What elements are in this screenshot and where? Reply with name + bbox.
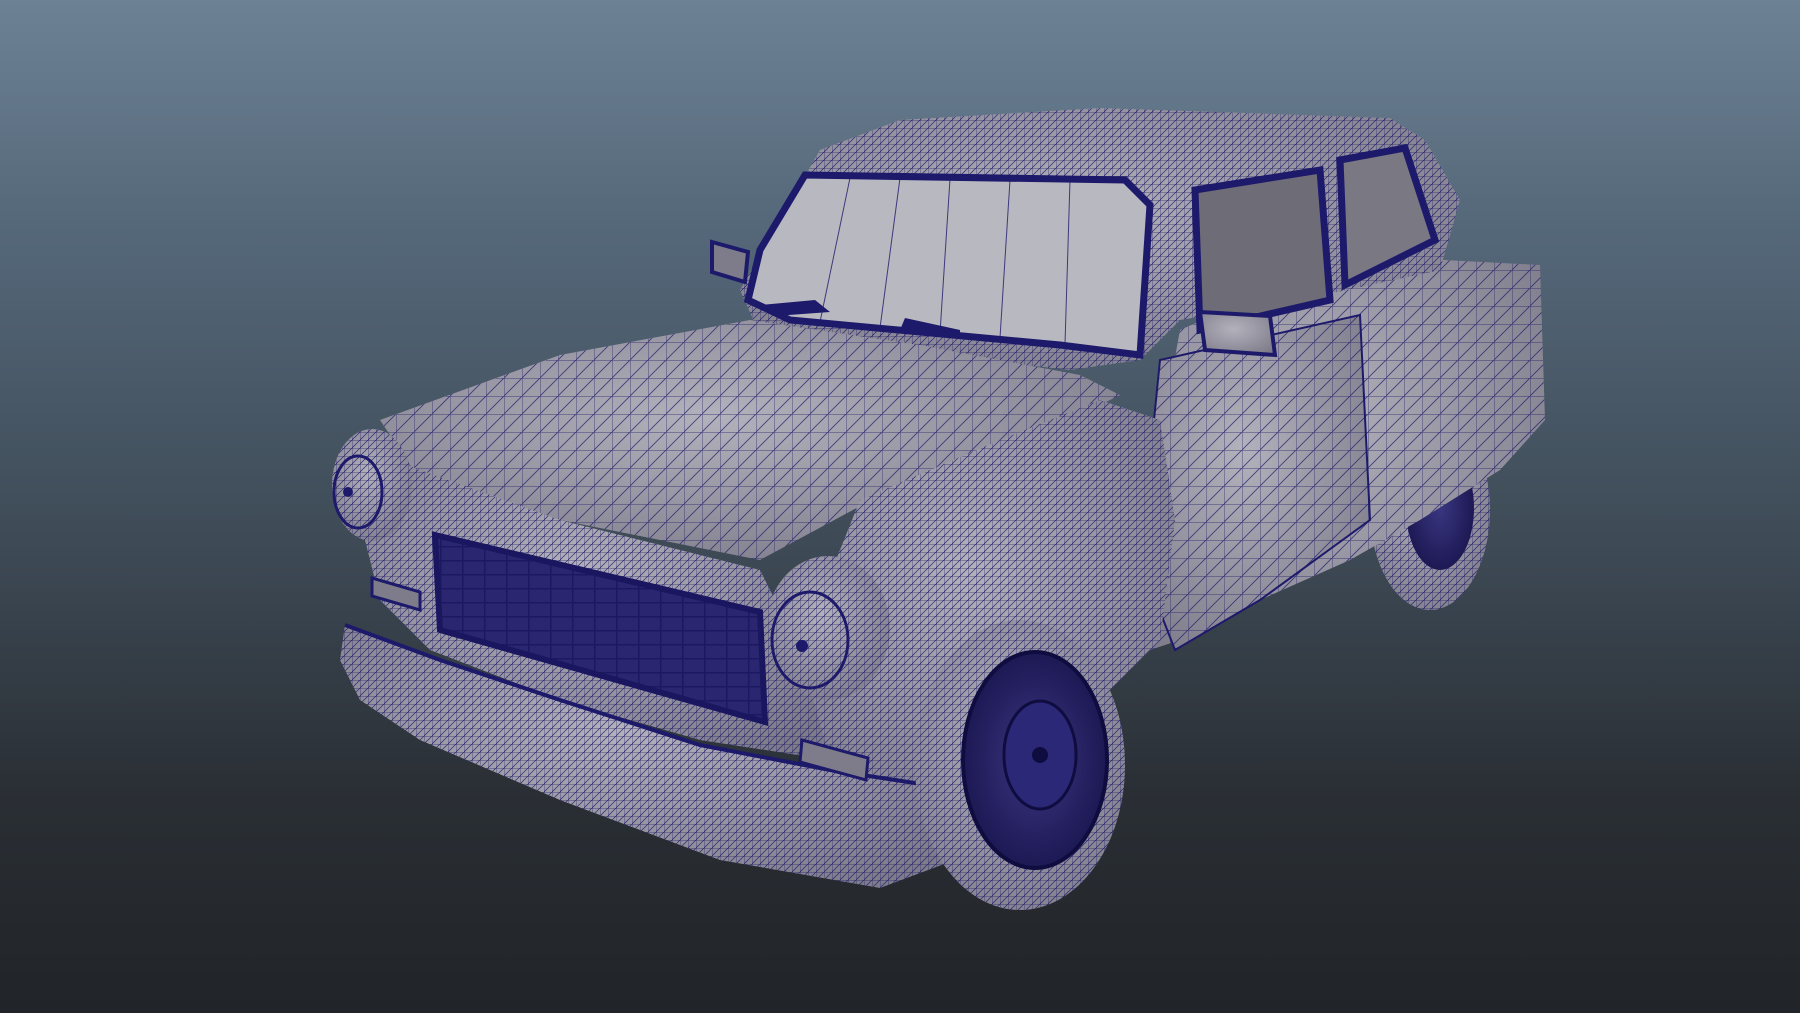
3d-viewport[interactable]: [0, 0, 1800, 1013]
headlight-left: [332, 429, 412, 541]
car-wireframe-model[interactable]: [0, 0, 1800, 1013]
front-wheel: [915, 620, 1125, 910]
side-window-front: [1191, 165, 1334, 335]
headlight-right: [766, 556, 890, 700]
